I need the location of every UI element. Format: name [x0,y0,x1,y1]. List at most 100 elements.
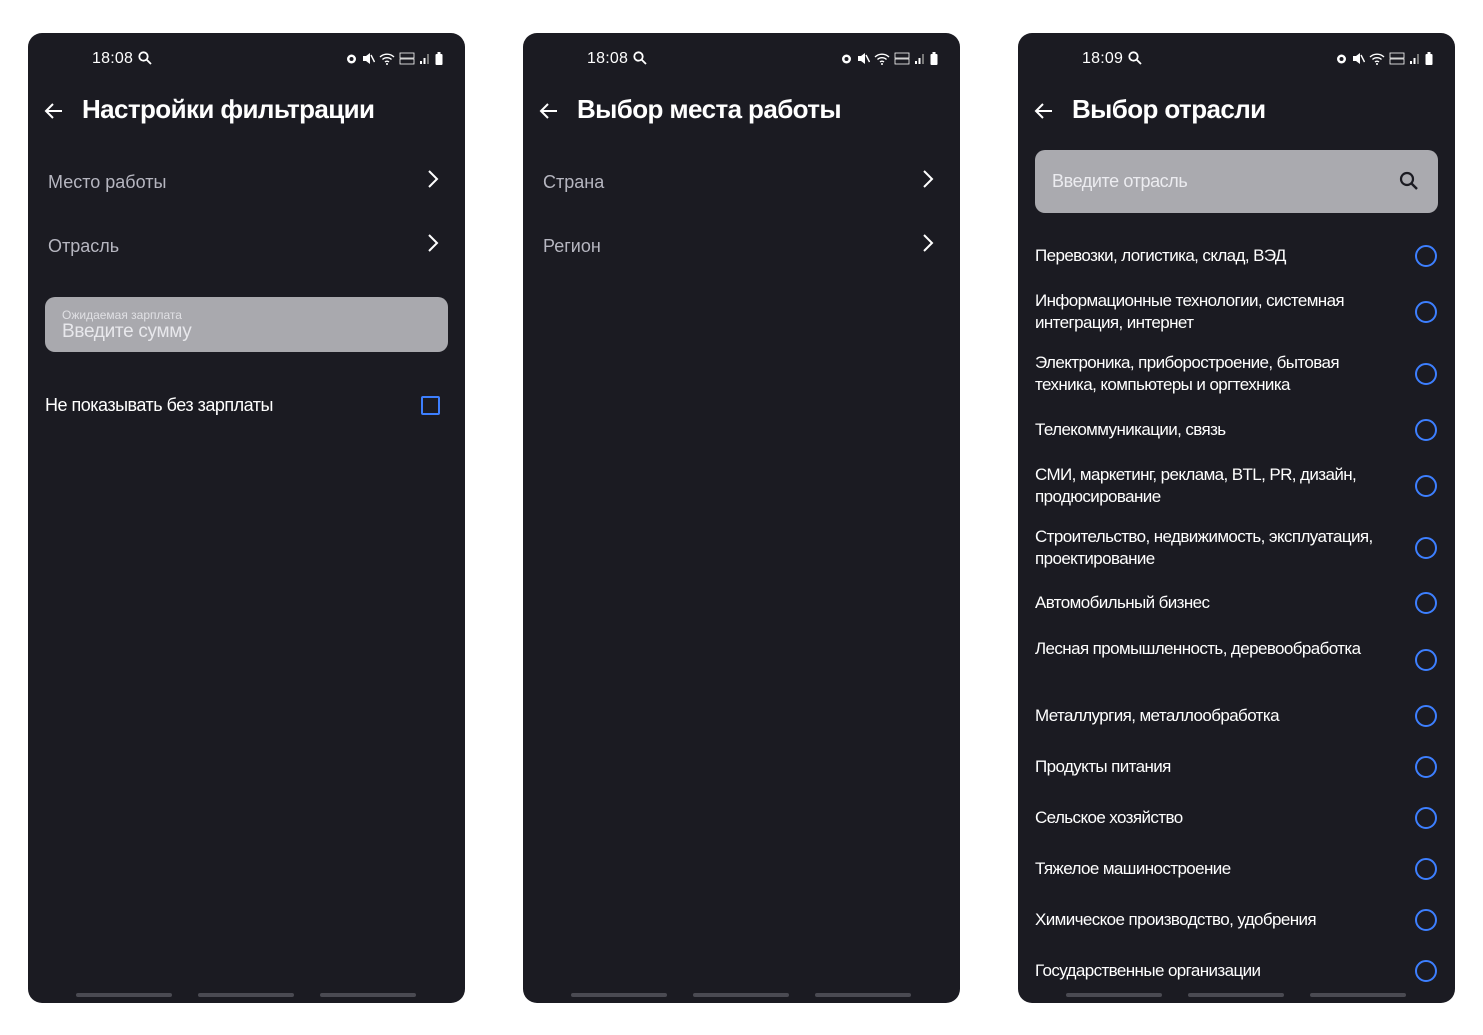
chevron-right-icon [428,234,439,252]
status-search-icon [138,51,152,65]
industry-label: Тяжелое машиностроение [1035,859,1231,878]
page-title: Настройки фильтрации [82,94,375,124]
hide-without-salary-label: Не показывать без зарплаты [45,395,273,415]
radio-icon[interactable] [1415,756,1437,778]
battery-icon [1425,52,1433,65]
industry-label: СМИ, маркетинг, реклама, BTL, PR, дизайн… [1035,465,1357,506]
industry-label: Телекоммуникации, связь [1035,420,1226,439]
nav-item-industry[interactable]: Отрасль [48,226,445,266]
app-bar: Настройки фильтрации [28,89,465,137]
industry-list-item[interactable]: СМИ, маркетинг, реклама, BTL, PR, дизайн… [1035,464,1438,508]
industry-label: Химическое производство, удобрения [1035,910,1317,929]
nav-bar-segment [571,993,667,997]
screen-filter-settings: 18:08 Настройки фильтрации Место работы … [28,33,465,1003]
volte-icon [894,52,910,65]
radio-icon[interactable] [1415,419,1437,441]
industry-search-placeholder: Введите отрасль [1052,171,1188,191]
industry-list-item[interactable]: Автомобильный бизнес [1035,592,1438,614]
chevron-right-icon [428,170,439,188]
radio-icon[interactable] [1415,245,1437,267]
mute-icon [363,53,375,64]
status-bar: 18:08 [28,33,465,85]
status-icons [840,52,938,65]
radio-icon[interactable] [1415,537,1437,559]
industry-list-item[interactable]: Металлургия, металлообработка [1035,705,1438,727]
radio-icon[interactable] [1415,705,1437,727]
status-icons [345,52,443,65]
volte-icon [399,52,415,65]
radio-icon[interactable] [1415,475,1437,497]
chevron-right-icon [923,234,934,252]
nav-bar-segment [1066,993,1162,997]
status-time: 18:08 [587,50,629,67]
alarm-icon [842,54,851,64]
signal-icon [915,54,924,64]
radio-icon[interactable] [1415,363,1437,385]
industry-label: Продукты питания [1035,757,1171,776]
industry-list-item[interactable]: Перевозки, логистика, склад, ВЭД [1035,245,1438,267]
industry-list-item[interactable]: Строительство, недвижимость, эксплуатаци… [1035,526,1438,570]
radio-icon[interactable] [1415,649,1437,671]
industry-label: Перевозки, логистика, склад, ВЭД [1035,246,1286,265]
radio-icon[interactable] [1415,960,1437,982]
page-title: Выбор отрасли [1072,94,1266,124]
wifi-icon [379,53,395,65]
salary-input-placeholder: Введите сумму [62,321,192,342]
radio-icon[interactable] [1415,909,1437,931]
nav-item-label: Страна [543,172,605,192]
back-arrow-icon[interactable] [1032,99,1056,123]
radio-icon[interactable] [1415,592,1437,614]
back-arrow-icon[interactable] [42,99,66,123]
industry-label: Автомобильный бизнес [1035,593,1210,612]
nav-item-region[interactable]: Регион [543,226,940,266]
radio-icon[interactable] [1415,807,1437,829]
chevron-right-icon [923,170,934,188]
industry-label: Государственные организации [1035,961,1261,980]
industry-list-item[interactable]: Тяжелое машиностроение [1035,858,1438,880]
status-bar: 18:08 [523,33,960,85]
alarm-icon [1337,54,1346,64]
nav-bar-segment [1310,993,1406,997]
page-title: Выбор места работы [577,94,842,124]
industry-label: Сельское хозяйство [1035,808,1183,827]
nav-item-workplace[interactable]: Место работы [48,162,445,202]
nav-bar-segment [320,993,416,997]
nav-bar-segment [815,993,911,997]
wifi-icon [874,53,890,65]
industry-list-item[interactable]: Химическое производство, удобрения [1035,909,1438,931]
hide-without-salary-row[interactable]: Не показывать без зарплаты [45,391,448,421]
app-bar: Выбор места работы [523,89,960,137]
industry-search-input[interactable]: Введите отрасль [1035,150,1438,213]
checkbox-icon[interactable] [421,396,440,415]
industry-label: Металлургия, металлообработка [1035,706,1280,725]
battery-icon [930,52,938,65]
industry-list-item[interactable]: Государственные организации [1035,960,1438,982]
nav-item-label: Отрасль [48,236,120,256]
salary-input[interactable]: Ожидаемая зарплата Введите сумму [45,297,448,352]
mute-icon [1353,53,1365,64]
status-time: 18:08 [92,50,134,67]
nav-bar-segment [198,993,294,997]
industry-list-item[interactable]: Лесная промышленность, деревообработка [1035,638,1438,682]
industry-label: Электроника, приборостроение, бытовая те… [1035,353,1340,394]
nav-item-label: Регион [543,236,601,256]
industry-list-item[interactable]: Продукты питания [1035,756,1438,778]
nav-bar-segment [693,993,789,997]
industry-list-item[interactable]: Информационные технологии, системная инт… [1035,290,1438,334]
industry-label: Строительство, недвижимость, эксплуатаци… [1035,527,1373,568]
salary-input-hint: Ожидаемая зарплата [62,308,182,322]
industry-list-item[interactable]: Электроника, приборостроение, бытовая те… [1035,352,1438,396]
search-icon[interactable] [1398,170,1420,192]
app-bar: Выбор отрасли [1018,89,1455,137]
status-bar: 18:09 [1018,33,1455,85]
radio-icon[interactable] [1415,858,1437,880]
back-arrow-icon[interactable] [537,99,561,123]
status-icons [1335,52,1433,65]
industry-list-item[interactable]: Телекоммуникации, связь [1035,419,1438,441]
mute-icon [858,53,870,64]
battery-icon [435,52,443,65]
nav-item-country[interactable]: Страна [543,162,940,202]
radio-icon[interactable] [1415,301,1437,323]
status-search-icon [633,51,647,65]
industry-list-item[interactable]: Сельское хозяйство [1035,807,1438,829]
